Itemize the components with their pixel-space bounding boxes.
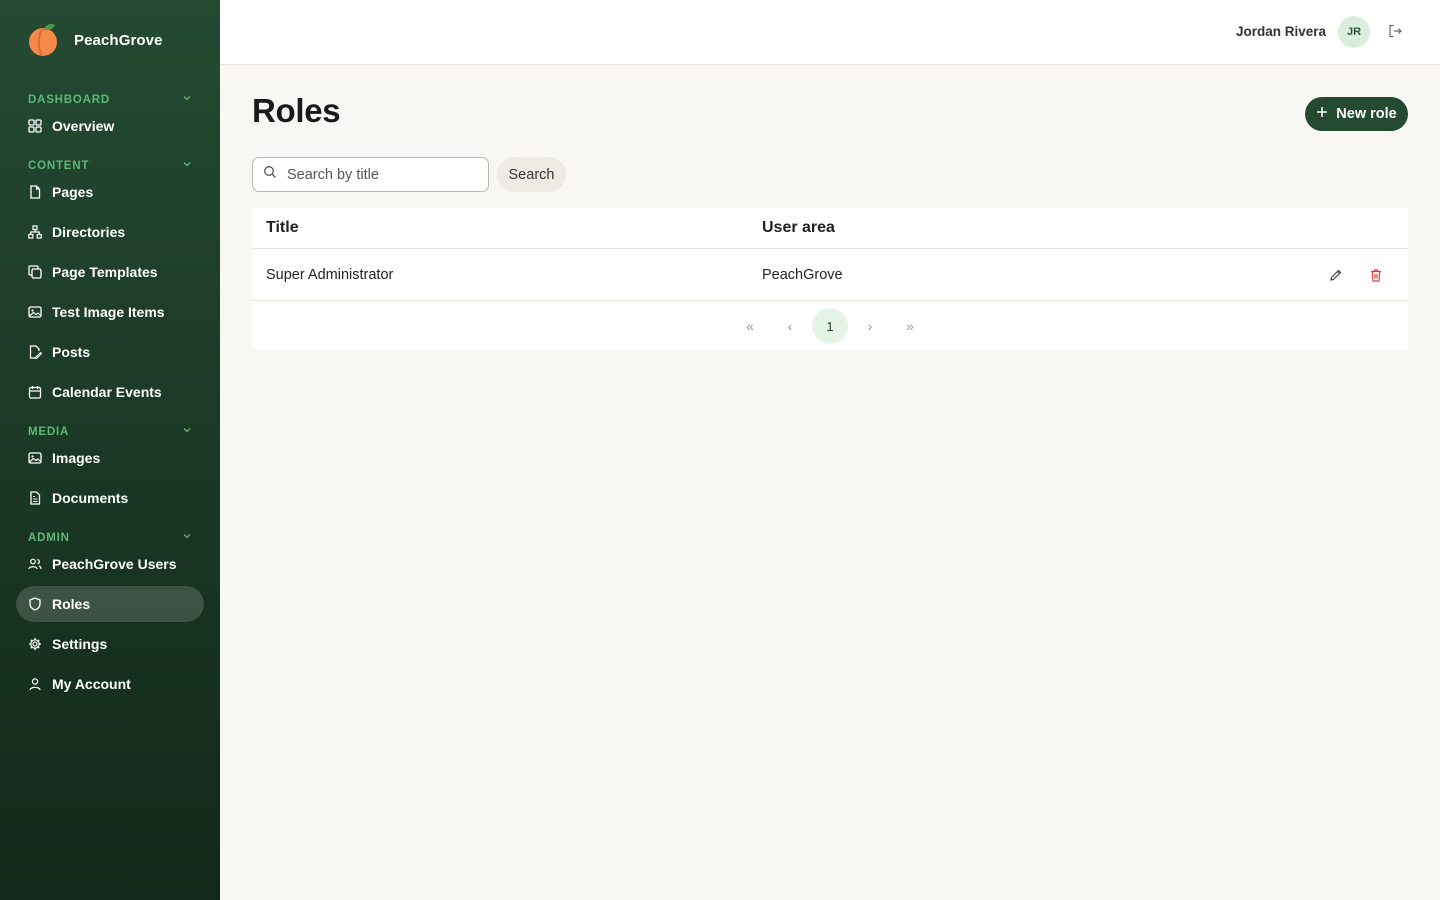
- column-header-user-area[interactable]: User area: [762, 219, 835, 237]
- trash-icon[interactable]: [1368, 267, 1384, 283]
- sidebar-item-label: Overview: [52, 118, 115, 134]
- shield-icon: [28, 597, 42, 611]
- user-icon: [28, 677, 42, 691]
- sitemap-icon: [28, 225, 42, 239]
- sidebar-item-test-image-items[interactable]: Test Image Items: [16, 294, 204, 330]
- sidebar-item-label: Settings: [52, 636, 108, 652]
- image-icon: [28, 451, 42, 465]
- sidebar-item-overview[interactable]: Overview: [16, 108, 204, 144]
- gear-icon: [28, 637, 42, 651]
- brand-name: PeachGrove: [74, 31, 163, 49]
- section-label: MEDIA: [28, 425, 70, 438]
- sidebar-item-label: Posts: [52, 344, 91, 360]
- roles-table: Title User area Super Administrator Peac…: [252, 208, 1408, 350]
- sidebar-item-label: Roles: [52, 596, 91, 612]
- sidebar-item-label: Images: [52, 450, 101, 466]
- search-field[interactable]: [252, 157, 489, 192]
- role-user-area: PeachGrove: [762, 267, 843, 283]
- sidebar-item-label: Calendar Events: [52, 384, 162, 400]
- file-edit-icon: [28, 345, 42, 359]
- sidebar: PeachGrove DASHBOARD Overview CONTENT Pa…: [0, 0, 220, 900]
- search-icon: [263, 165, 277, 184]
- page-title: Roles: [252, 92, 341, 129]
- topbar: Jordan Rivera JR: [220, 0, 1440, 65]
- section-label: DASHBOARD: [28, 93, 110, 106]
- file-text-icon: [28, 491, 42, 505]
- sidebar-item-calendar-events[interactable]: Calendar Events: [16, 374, 204, 410]
- section-label: CONTENT: [28, 159, 90, 172]
- next-page-button[interactable]: ›: [852, 308, 888, 344]
- brand[interactable]: PeachGrove: [26, 22, 163, 58]
- sidebar-item-label: Pages: [52, 184, 94, 200]
- section-dashboard[interactable]: DASHBOARD: [28, 93, 192, 106]
- section-media[interactable]: MEDIA: [28, 425, 192, 438]
- copy-icon: [28, 265, 42, 279]
- section-label: ADMIN: [28, 531, 70, 544]
- sidebar-item-directories[interactable]: Directories: [16, 214, 204, 250]
- chevron-down-icon: [182, 93, 192, 106]
- section-admin[interactable]: ADMIN: [28, 531, 192, 544]
- sidebar-item-label: Directories: [52, 224, 126, 240]
- first-page-button[interactable]: «: [732, 308, 768, 344]
- logout-icon[interactable]: [1387, 23, 1403, 39]
- sidebar-item-label: PeachGrove Users: [52, 556, 177, 572]
- calendar-icon: [28, 385, 42, 399]
- plus-icon: [1316, 106, 1328, 122]
- chevron-down-icon: [182, 159, 192, 172]
- new-role-button[interactable]: New role: [1305, 97, 1408, 131]
- grid-icon: [28, 119, 42, 133]
- role-title[interactable]: Super Administrator: [266, 267, 393, 283]
- sidebar-item-posts[interactable]: Posts: [16, 334, 204, 370]
- sidebar-item-pages[interactable]: Pages: [16, 174, 204, 210]
- sidebar-item-label: Test Image Items: [52, 304, 165, 320]
- chevron-down-icon: [182, 425, 192, 438]
- section-content[interactable]: CONTENT: [28, 159, 192, 172]
- search-input[interactable]: [287, 166, 477, 183]
- table-row[interactable]: Super Administrator PeachGrove: [252, 249, 1408, 301]
- image-icon: [28, 305, 42, 319]
- sidebar-item-peachgrove-users[interactable]: PeachGrove Users: [16, 546, 204, 582]
- column-header-title[interactable]: Title: [266, 219, 299, 237]
- prev-page-button[interactable]: ‹: [772, 308, 808, 344]
- search-button[interactable]: Search: [497, 157, 566, 192]
- sidebar-item-label: My Account: [52, 676, 131, 692]
- page-number-button[interactable]: 1: [812, 308, 848, 344]
- last-page-button[interactable]: »: [892, 308, 928, 344]
- pagination: « ‹ 1 › »: [252, 308, 1408, 344]
- sidebar-item-images[interactable]: Images: [16, 440, 204, 476]
- avatar[interactable]: JR: [1338, 16, 1370, 48]
- user-name[interactable]: Jordan Rivera: [1236, 24, 1326, 39]
- sidebar-item-my-account[interactable]: My Account: [16, 666, 204, 702]
- sidebar-item-label: Documents: [52, 490, 129, 506]
- sidebar-item-roles[interactable]: Roles: [16, 586, 204, 622]
- chevron-down-icon: [182, 531, 192, 544]
- sidebar-item-documents[interactable]: Documents: [16, 480, 204, 516]
- sidebar-item-page-templates[interactable]: Page Templates: [16, 254, 204, 290]
- new-role-label: New role: [1336, 106, 1397, 122]
- sidebar-item-settings[interactable]: Settings: [16, 626, 204, 662]
- file-icon: [28, 185, 42, 199]
- table-header: Title User area: [252, 208, 1408, 249]
- edit-icon[interactable]: [1328, 267, 1344, 283]
- sidebar-item-label: Page Templates: [52, 264, 158, 280]
- users-icon: [28, 557, 42, 571]
- peach-logo-icon: [26, 22, 62, 58]
